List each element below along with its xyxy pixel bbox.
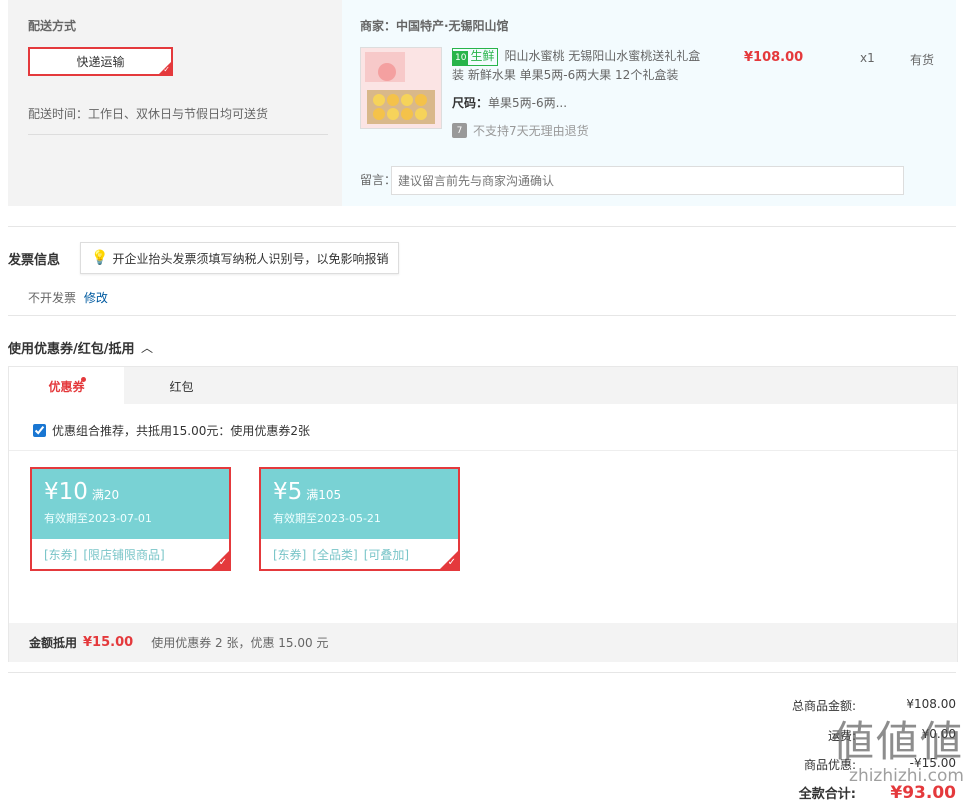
fresh-icon: 10 xyxy=(453,50,469,65)
invoice-edit-link[interactable]: 修改 xyxy=(84,291,108,305)
coupon-amount: ¥5 xyxy=(273,479,303,505)
deduction-desc: 使用优惠券 2 张，优惠 15.00 元 xyxy=(151,636,329,650)
coupon-amount: ¥10 xyxy=(44,479,88,505)
coupon-section-toggle[interactable]: 使用优惠券/红包/抵用 ﹀ xyxy=(8,338,153,357)
coupon-footer: 金额抵用 ¥15.00 使用优惠券 2 张，优惠 15.00 元 xyxy=(9,623,957,662)
coupon-tag: [可叠加] xyxy=(363,548,410,562)
divider xyxy=(9,450,957,451)
coupon-tag: [全品类] xyxy=(312,548,358,562)
summary-value: ¥108.00 xyxy=(906,697,956,711)
coupon-condition: 满20 xyxy=(91,488,120,502)
coupon-tabs: 优惠券 红包 xyxy=(9,367,957,405)
size-value: 单果5两-6两... xyxy=(488,96,568,110)
coupon-tag: [东券] xyxy=(44,548,78,562)
coupon-amount-row: ¥5 满105 xyxy=(273,479,446,506)
message-input[interactable] xyxy=(391,166,904,195)
product-name-block[interactable]: 10 生鲜 阳山水蜜桃 无锡阳山水蜜桃送礼礼盒装 新鲜水果 单果5两-6两大果 12… xyxy=(452,47,702,85)
coupon-validity: 有效期至2023-05-21 xyxy=(273,512,381,525)
no-return-icon: 7 xyxy=(452,123,467,138)
product-thumbnail[interactable] xyxy=(360,47,442,129)
invoice-tip: 💡 开企业抬头发票须填写纳税人识别号，以免影响报销 xyxy=(80,242,400,274)
coupon-card[interactable]: ¥10 满20 有效期至2023-07-01 [东券] [限店铺限商品] ✓ xyxy=(30,467,231,571)
coupon-tags: [东券] [限店铺限商品] xyxy=(32,539,229,570)
tab-coupons[interactable]: 优惠券 xyxy=(9,367,124,405)
divider xyxy=(8,315,956,316)
watermark-url: zhizhizhi.com xyxy=(849,766,964,786)
delivery-time: 配送时间：工作日、双休日与节假日均可送货 xyxy=(28,105,328,135)
coupon-tag: [东券] xyxy=(273,548,307,562)
coupon-top: ¥5 满105 有效期至2023-05-21 xyxy=(261,469,458,539)
return-policy: 7 不支持7天无理由退货 xyxy=(452,122,589,139)
coupon-amount-row: ¥10 满20 xyxy=(44,479,217,506)
invoice-title: 发票信息 xyxy=(8,253,61,268)
fresh-badge: 10 生鲜 xyxy=(452,47,499,66)
goods-panel: 商家：中国特产·无锡阳山馆 10 生鲜 阳山水蜜桃 无锡阳山水蜜桃送礼礼盒装 新鲜水… xyxy=(342,0,956,206)
coupon-tag: [限店铺限商品] xyxy=(83,548,165,562)
fresh-label: 生鲜 xyxy=(470,48,495,63)
tab-coupons-label: 优惠券 xyxy=(48,379,85,394)
shipping-title: 配送方式 xyxy=(28,19,77,33)
combo-checkbox[interactable] xyxy=(33,424,46,437)
coupon-validity: 有效期至2023-07-01 xyxy=(44,512,152,525)
shipping-method-label: 快递运输 xyxy=(76,55,125,69)
divider xyxy=(8,672,956,673)
summary-row: 总商品金额: ¥108.00 xyxy=(696,697,956,714)
lightbulb-icon: 💡 xyxy=(91,250,109,266)
deduction-label: 金额抵用 xyxy=(29,636,78,650)
invoice-value: 不开发票 修改 xyxy=(28,289,108,306)
invoice-tip-text: 开企业抬头发票须填写纳税人识别号，以免影响报销 xyxy=(112,251,389,266)
check-icon: ✓ xyxy=(447,557,456,568)
coupon-section-title: 使用优惠券/红包/抵用 xyxy=(8,342,135,357)
shipping-method-button[interactable]: 快递运输 ✓ xyxy=(28,47,173,76)
stock-status: 有货 xyxy=(910,53,935,67)
new-dot xyxy=(81,377,86,382)
tab-red-packet-label: 红包 xyxy=(169,379,194,394)
coupon-top: ¥10 满20 有效期至2023-07-01 xyxy=(32,469,229,539)
peach-box-image xyxy=(361,48,441,128)
invoice-status: 不开发票 xyxy=(28,291,77,305)
coupon-tags: [东券] [全品类] [可叠加] xyxy=(261,539,458,570)
watermark-logo: 値値値 xyxy=(831,717,964,766)
coupon-condition: 满105 xyxy=(306,488,342,502)
summary-label: 总商品金额: xyxy=(791,699,856,713)
shipping-panel: 配送方式 快递运输 ✓ 配送时间：工作日、双休日与节假日均可送货 xyxy=(8,0,342,206)
coupon-box: 优惠券 红包 优惠组合推荐，共抵用15.00元：使用优惠券2张 ¥10 满20 有… xyxy=(8,366,958,662)
check-icon: ✓ xyxy=(218,557,227,568)
combo-recommend[interactable]: 优惠组合推荐，共抵用15.00元：使用优惠券2张 xyxy=(33,422,310,439)
check-icon: ✓ xyxy=(163,65,170,74)
size-label: 尺码： xyxy=(452,96,489,110)
return-text: 不支持7天无理由退货 xyxy=(473,124,589,138)
product-size: 尺码：单果5两-6两... xyxy=(452,94,567,111)
coupon-card[interactable]: ¥5 满105 有效期至2023-05-21 [东券] [全品类] [可叠加] ✓ xyxy=(259,467,460,571)
deduction-amount: ¥15.00 xyxy=(83,635,134,650)
product-qty: x1 xyxy=(860,51,875,65)
watermark: 値値値 zhizhizhi.com xyxy=(804,718,964,805)
tab-red-packet[interactable]: 红包 xyxy=(124,367,239,405)
merchant-name: 商家：中国特产·无锡阳山馆 xyxy=(360,19,509,33)
divider xyxy=(8,226,956,227)
product-price: ¥108.00 xyxy=(744,50,804,65)
combo-text: 优惠组合推荐，共抵用15.00元：使用优惠券2张 xyxy=(52,424,310,438)
chevron-up-icon: ﹀ xyxy=(140,340,153,354)
